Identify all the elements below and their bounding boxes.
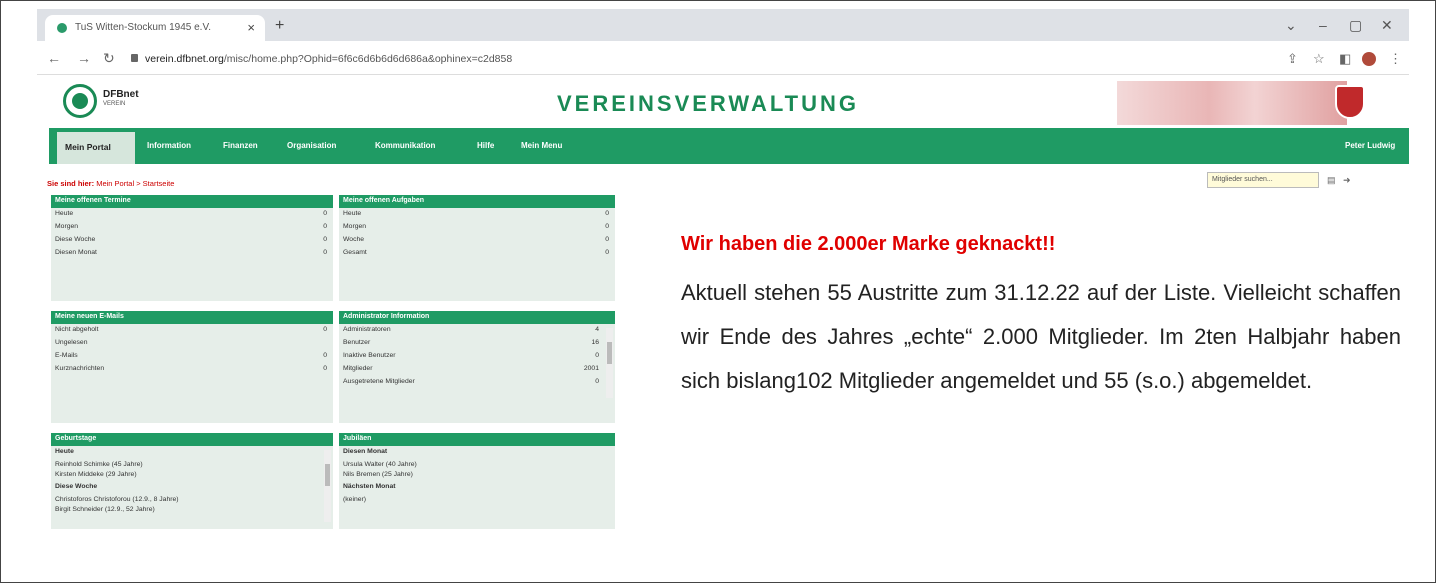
tab-title: TuS Witten-Stockum 1945 e.V. [75,22,211,33]
panel-title: Meine offenen Aufgaben [339,195,615,208]
list-item: E-Mails 0 [55,352,327,359]
list-item: Birgit Schneider (12.9., 52 Jahre) [55,506,155,513]
browser-tabbar: TuS Witten-Stockum 1945 e.V. × + ⌄ – ▢ ✕ [37,9,1409,41]
list-item: Administratoren 4 [343,326,599,333]
menu-item-hilfe[interactable]: Hilfe [477,141,494,150]
address-bar: ← → ↻ verein.dfbnet.org/misc/home.php?Op… [37,41,1409,75]
maximize-icon[interactable]: ▢ [1349,17,1362,34]
list-item: Ausgetretene Mitglieder 0 [343,378,599,385]
section-heading: Diesen Monat [343,448,388,455]
document-icon[interactable]: ▤ [1327,175,1336,186]
list-item: Heute 0 [343,210,609,217]
favicon-icon [57,23,67,33]
close-window-icon[interactable]: ✕ [1381,17,1393,34]
url-path: /misc/home.php?Ophid=6f6c6d6b6d6d686a&op… [223,53,513,65]
new-tab-icon[interactable]: + [275,17,284,35]
list-item: Heute 0 [55,210,327,217]
list-item: Ursula Walter (40 Jahre) [343,461,417,468]
announcement-body: Aktuell stehen 55 Austritte zum 31.12.22… [681,280,1401,393]
screenshot: TuS Witten-Stockum 1945 e.V. × + ⌄ – ▢ ✕… [37,9,1409,579]
list-item: Kirsten Middeke (29 Jahre) [55,471,137,478]
panel-aufgaben: Meine offenen Aufgaben Heute 0 Morgen 0 Wo… [339,195,615,301]
main-menu: Mein Portal Information Finanzen Organis… [49,128,1409,164]
menu-item-mein-menu[interactable]: Mein Menu [521,141,562,150]
panel-title: Jubiläen [339,433,615,446]
list-item: Gesamt 0 [343,249,609,256]
reload-icon[interactable]: ↻ [103,50,115,67]
breadcrumb: Sie sind hier: Mein Portal > Startseite [47,179,174,188]
url-field[interactable]: verein.dfbnet.org/misc/home.php?Ophid=6f… [145,53,512,65]
section-heading: Heute [55,448,74,455]
list-item: Nils Bremen (25 Jahre) [343,471,413,478]
list-item: Morgen 0 [343,223,609,230]
bookmark-star-icon[interactable]: ☆ [1313,51,1325,67]
list-item: Christoforos Christoforou (12.9., 8 Jahr… [55,496,179,503]
list-item: Benutzer 16 [343,339,599,346]
list-item: Inaktive Benutzer 0 [343,352,599,359]
club-crest-icon [1335,85,1365,119]
menu-item-kommunikation[interactable]: Kommunikation [375,141,435,150]
list-item: (keiner) [343,496,367,503]
panel-geburtstage: Geburtstage Heute Reinhold Schimke (45 J… [51,433,333,529]
section-heading: Nächsten Monat [343,483,396,490]
panel-termine: Meine offenen Termine Heute 0 Morgen 0 Die… [51,195,333,301]
list-item: Diese Woche 0 [55,236,327,243]
list-item: Mitglieder 2001 [343,365,599,372]
profile-avatar[interactable] [1362,52,1376,66]
brand-name: DFBnet [103,89,139,100]
back-icon[interactable]: ← [47,50,61,66]
panel-title: Meine neuen E-Mails [51,311,333,324]
menu-item-information[interactable]: Information [147,141,191,150]
app-title: VEREINSVERWALTUNG [557,91,859,116]
lock-icon [131,54,138,62]
menu-kebab-icon[interactable]: ⋮ [1389,51,1402,67]
menu-item-organisation[interactable]: Organisation [287,141,336,150]
brand-sub: VEREIN [103,101,126,107]
panel-title: Administrator Information [339,311,615,324]
browser-tab[interactable]: TuS Witten-Stockum 1945 e.V. × [45,15,265,41]
scrollbar[interactable] [324,450,331,522]
minimize-icon[interactable]: – [1319,17,1327,33]
list-item: Diesen Monat 0 [55,249,327,256]
menu-item-mein-portal[interactable]: Mein Portal [57,132,135,164]
app-header: DFBnet VEREIN VEREINSVERWALTUNG [37,75,1409,127]
go-arrow-icon[interactable]: ➜ [1343,175,1351,186]
sidepanel-icon[interactable]: ◧ [1339,51,1351,67]
list-item: Woche 0 [343,236,609,243]
list-item: Kurznachrichten 0 [55,365,327,372]
document-frame: TuS Witten-Stockum 1945 e.V. × + ⌄ – ▢ ✕… [0,0,1436,583]
panel-title: Meine offenen Termine [51,195,333,208]
list-item: Morgen 0 [55,223,327,230]
list-item: Reinhold Schimke (45 Jahre) [55,461,143,468]
menu-item-finanzen[interactable]: Finanzen [223,141,258,150]
list-item: Nicht abgeholt 0 [55,326,327,333]
panel-admin-info: Administrator Information Administratore… [339,311,615,423]
share-icon[interactable]: ⇪ [1287,51,1298,67]
user-name[interactable]: Peter Ludwig [1345,141,1395,150]
announcement-headline: Wir haben die 2.000er Marke geknackt!! [681,233,1056,255]
url-host: verein.dfbnet.org [145,53,224,65]
close-tab-icon[interactable]: × [247,20,255,35]
panel-jubilaeen: Jubiläen Diesen Monat Ursula Walter (40 … [339,433,615,529]
forward-icon[interactable]: → [77,50,91,66]
dfb-logo-icon [63,84,97,118]
panel-emails: Meine neuen E-Mails Nicht abgeholt 0 Unge… [51,311,333,423]
member-search-input[interactable]: Mitglieder suchen... [1207,172,1319,188]
breadcrumb-path[interactable]: Mein Portal > Startseite [96,179,174,188]
section-heading: Diese Woche [55,483,98,490]
scrollbar[interactable] [606,328,613,398]
club-banner-image [1117,81,1347,125]
list-item: Ungelesen [55,339,88,346]
tab-search-icon[interactable]: ⌄ [1285,17,1297,34]
panel-title: Geburtstage [51,433,333,446]
breadcrumb-prefix: Sie sind hier: [47,179,95,188]
